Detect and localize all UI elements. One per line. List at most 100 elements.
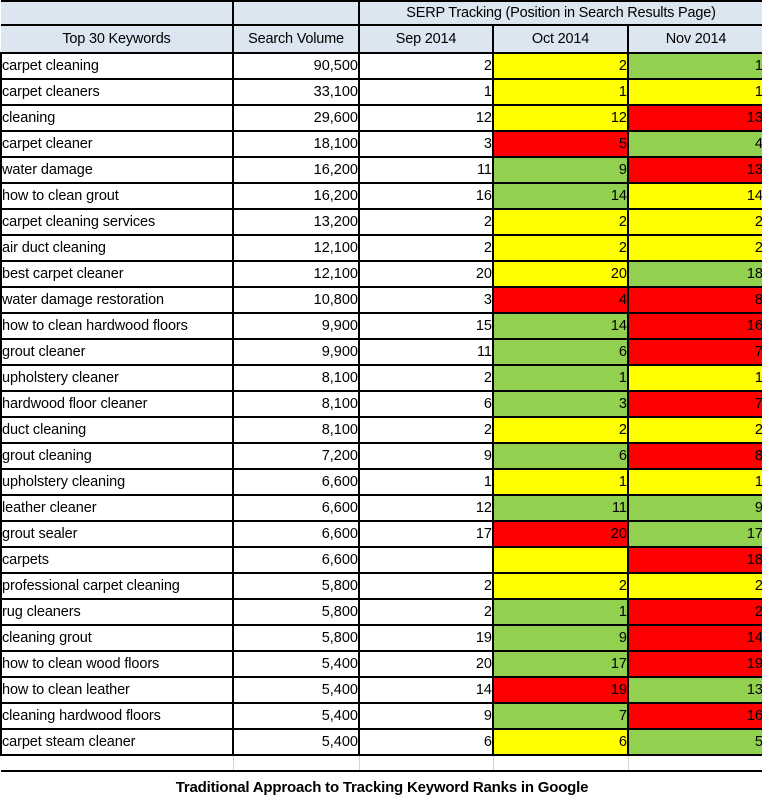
oct-2014-rank-cell[interactable]: 9 — [492, 624, 629, 652]
sep-2014-rank-cell[interactable]: 11 — [358, 338, 494, 366]
sep-2014-rank-cell[interactable]: 1 — [358, 468, 494, 496]
table-row[interactable]: hardwood floor cleaner8,100637 — [0, 390, 762, 418]
search-volume-cell[interactable]: 6,600 — [232, 494, 360, 522]
search-volume-cell[interactable]: 10,800 — [232, 286, 360, 314]
sep-2014-rank-cell[interactable] — [358, 546, 494, 574]
table-row[interactable]: how to clean hardwood floors 9,900 15 14 16 — [0, 312, 762, 340]
nov-2014-rank-cell[interactable]: 14 — [627, 624, 762, 652]
table-row[interactable]: how to clean grout 16,200 16 14 14 — [0, 182, 762, 210]
oct-2014-rank-cell[interactable]: 11 — [492, 494, 629, 522]
table-row[interactable]: carpet cleaner18,100354 — [0, 130, 762, 158]
keyword-cell[interactable]: hardwood floor cleaner — [0, 390, 234, 418]
keyword-cell[interactable]: cleaning grout — [0, 624, 234, 652]
oct-2014-rank-cell[interactable]: 6 — [492, 338, 629, 366]
keyword-cell[interactable]: upholstery cleaner — [0, 364, 234, 392]
search-volume-cell[interactable]: 29,600 — [232, 104, 360, 132]
table-row[interactable]: water damage 16,200 11 9 13 — [0, 156, 762, 184]
oct-2014-rank-cell[interactable]: 9 — [492, 156, 629, 184]
sep-2014-rank-cell[interactable]: 17 — [358, 520, 494, 548]
sep-2014-rank-cell[interactable]: 12 — [358, 494, 494, 522]
keyword-cell[interactable]: how to clean leather — [0, 676, 234, 704]
sep-2014-rank-cell[interactable]: 2 — [358, 416, 494, 444]
oct-2014-rank-cell[interactable]: 14 — [492, 182, 629, 210]
nov-2014-rank-cell[interactable]: 16 — [627, 312, 762, 340]
search-volume-cell[interactable]: 6,600 — [232, 468, 360, 496]
nov-2014-rank-cell[interactable]: 13 — [627, 104, 762, 132]
nov-2014-rank-cell[interactable]: 2 — [627, 572, 762, 600]
column-header-keyword[interactable]: Top 30 Keywords — [1, 24, 234, 54]
keyword-cell[interactable]: carpet cleaning services — [0, 208, 234, 236]
sep-2014-rank-cell[interactable]: 12 — [358, 104, 494, 132]
nov-2014-rank-cell[interactable]: 8 — [627, 442, 762, 470]
nov-2014-rank-cell[interactable]: 16 — [627, 702, 762, 730]
table-row[interactable]: leather cleaner6,60012119 — [0, 494, 762, 522]
keyword-cell[interactable]: carpet cleaner — [0, 130, 234, 158]
search-volume-cell[interactable]: 90,500 — [232, 52, 360, 80]
search-volume-cell[interactable]: 16,200 — [232, 182, 360, 210]
sep-2014-rank-cell[interactable]: 11 — [358, 156, 494, 184]
nov-2014-rank-cell[interactable]: 4 — [627, 130, 762, 158]
keyword-cell[interactable]: carpets — [0, 546, 234, 574]
keyword-cell[interactable]: air duct cleaning — [0, 234, 234, 262]
sep-2014-rank-cell[interactable]: 16 — [358, 182, 494, 210]
oct-2014-rank-cell[interactable]: 20 — [492, 520, 629, 548]
table-row[interactable]: air duct cleaning12,100222 — [0, 234, 762, 262]
oct-2014-rank-cell[interactable]: 3 — [492, 390, 629, 418]
table-row[interactable]: cleaning hardwood floors 5,400 9 7 16 — [0, 702, 762, 730]
oct-2014-rank-cell[interactable]: 6 — [492, 442, 629, 470]
nov-2014-rank-cell[interactable]: 18 — [627, 260, 762, 288]
search-volume-cell[interactable]: 13,200 — [232, 208, 360, 236]
search-volume-cell[interactable]: 5,800 — [232, 572, 360, 600]
search-volume-cell[interactable]: 7,200 — [232, 442, 360, 470]
nov-2014-rank-cell[interactable]: 13 — [627, 156, 762, 184]
search-volume-cell[interactable]: 8,100 — [232, 390, 360, 418]
nov-2014-rank-cell[interactable]: 7 — [627, 390, 762, 418]
table-row[interactable]: how to clean leather 5,400 14 19 13 — [0, 676, 762, 704]
sep-2014-rank-cell[interactable]: 2 — [358, 234, 494, 262]
column-header-sep-2014[interactable]: Sep 2014 — [358, 24, 494, 54]
oct-2014-rank-cell[interactable]: 12 — [492, 104, 629, 132]
nov-2014-rank-cell[interactable]: 17 — [627, 520, 762, 548]
oct-2014-rank-cell[interactable]: 14 — [492, 312, 629, 340]
keyword-cell[interactable]: duct cleaning — [0, 416, 234, 444]
keyword-cell[interactable]: grout cleaning — [0, 442, 234, 470]
keyword-cell[interactable]: professional carpet cleaning — [0, 572, 234, 600]
sep-2014-rank-cell[interactable]: 19 — [358, 624, 494, 652]
column-header-nov-2014[interactable]: Nov 2014 — [627, 24, 762, 54]
table-row[interactable]: water damage restoration10,800348 — [0, 286, 762, 314]
column-header-oct-2014[interactable]: Oct 2014 — [492, 24, 629, 54]
table-row[interactable]: carpet cleaning90,500221 — [0, 52, 762, 80]
oct-2014-rank-cell[interactable]: 1 — [492, 364, 629, 392]
nov-2014-rank-cell[interactable]: 14 — [627, 182, 762, 210]
table-row[interactable]: duct cleaning8,100222 — [0, 416, 762, 444]
sep-2014-rank-cell[interactable]: 3 — [358, 286, 494, 314]
search-volume-cell[interactable]: 5,800 — [232, 624, 360, 652]
search-volume-cell[interactable]: 12,100 — [232, 260, 360, 288]
oct-2014-rank-cell[interactable]: 19 — [492, 676, 629, 704]
search-volume-cell[interactable]: 33,100 — [232, 78, 360, 106]
nov-2014-rank-cell[interactable]: 1 — [627, 78, 762, 106]
keyword-cell[interactable]: carpet steam cleaner — [0, 728, 234, 756]
keyword-cell[interactable]: how to clean grout — [0, 182, 234, 210]
nov-2014-rank-cell[interactable]: 19 — [627, 650, 762, 678]
oct-2014-rank-cell[interactable]: 2 — [492, 208, 629, 236]
sep-2014-rank-cell[interactable]: 14 — [358, 676, 494, 704]
oct-2014-rank-cell[interactable]: 1 — [492, 598, 629, 626]
oct-2014-rank-cell[interactable]: 6 — [492, 728, 629, 756]
nov-2014-rank-cell[interactable]: 1 — [627, 468, 762, 496]
sep-2014-rank-cell[interactable]: 6 — [358, 728, 494, 756]
sep-2014-rank-cell[interactable]: 2 — [358, 364, 494, 392]
table-row[interactable]: upholstery cleaning6,600111 — [0, 468, 762, 496]
table-row[interactable]: carpet cleaning services13,200222 — [0, 208, 762, 236]
keyword-cell[interactable]: rug cleaners — [0, 598, 234, 626]
nov-2014-rank-cell[interactable]: 2 — [627, 598, 762, 626]
nov-2014-rank-cell[interactable]: 13 — [627, 676, 762, 704]
table-row[interactable]: grout cleaning7,200968 — [0, 442, 762, 470]
keyword-cell[interactable]: upholstery cleaning — [0, 468, 234, 496]
search-volume-cell[interactable]: 16,200 — [232, 156, 360, 184]
nov-2014-rank-cell[interactable]: 2 — [627, 416, 762, 444]
table-row[interactable]: professional carpet cleaning5,800222 — [0, 572, 762, 600]
keyword-cell[interactable]: grout sealer — [0, 520, 234, 548]
sep-2014-rank-cell[interactable]: 9 — [358, 702, 494, 730]
keyword-cell[interactable]: how to clean hardwood floors — [0, 312, 234, 340]
